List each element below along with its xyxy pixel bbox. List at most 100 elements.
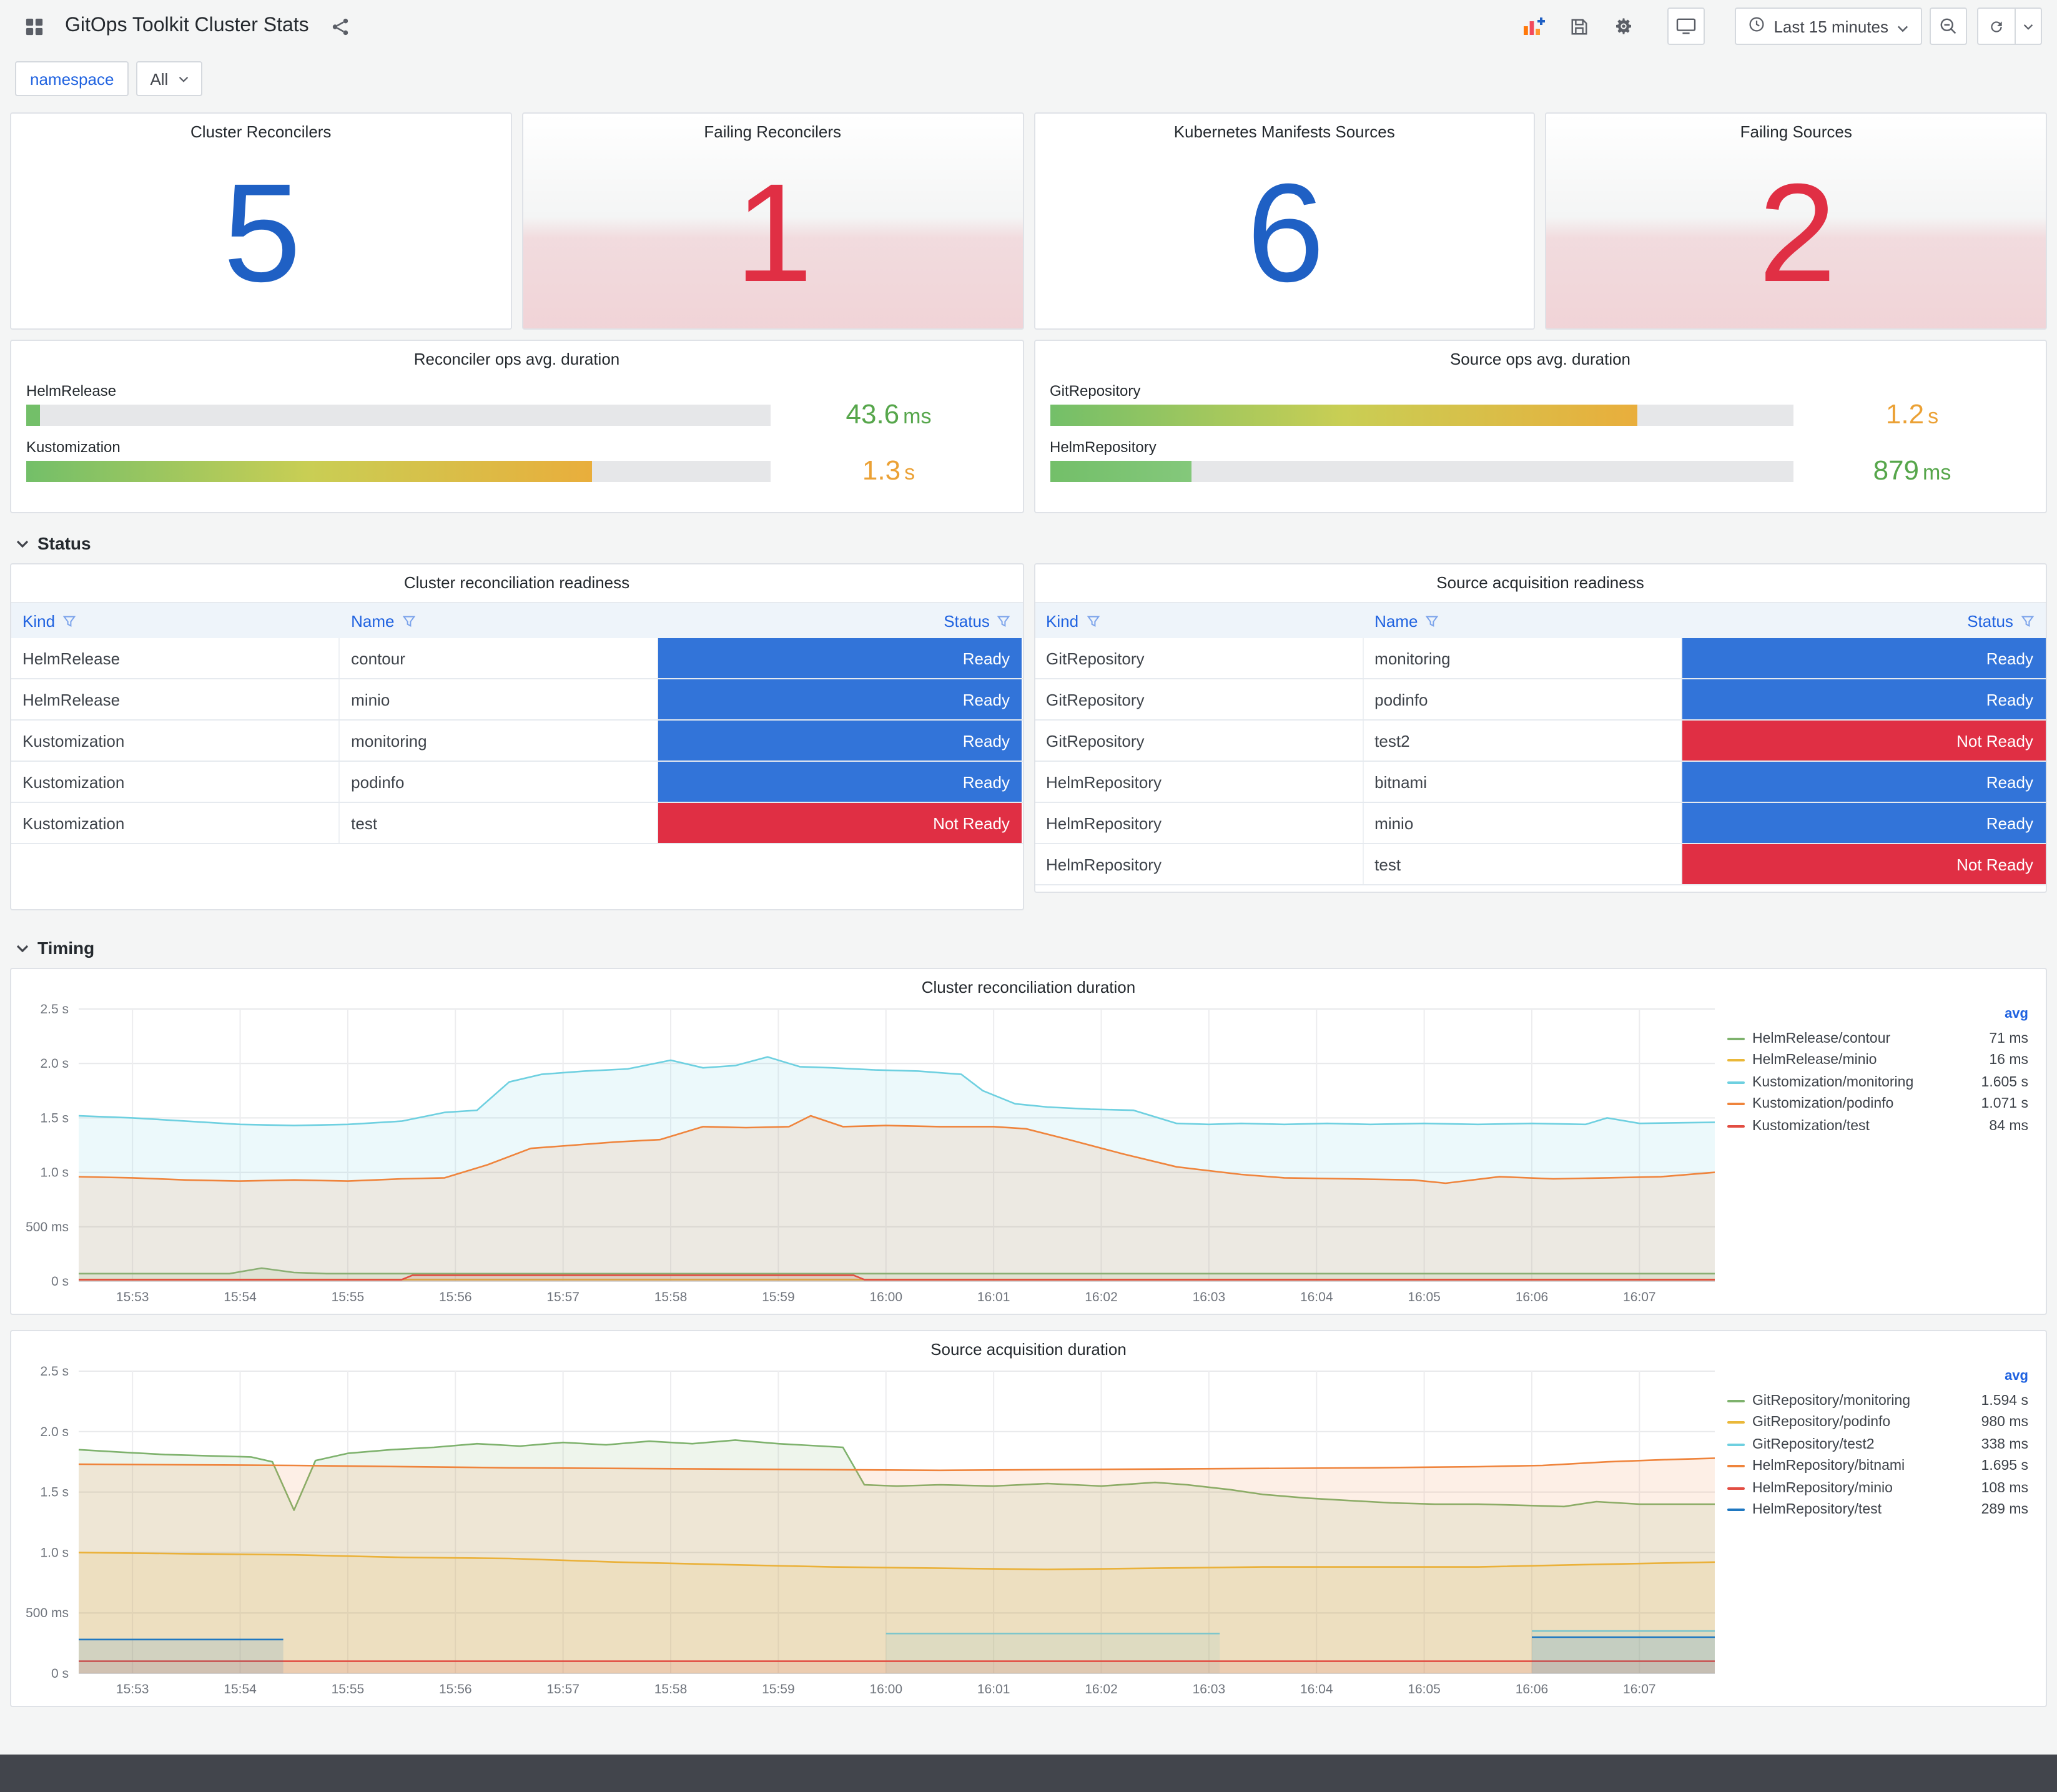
column-header-kind[interactable]: Kind xyxy=(11,603,340,638)
legend-item[interactable]: HelmRelease/contour 71 ms xyxy=(1727,1028,2028,1050)
table-row: HelmRelease contour Ready xyxy=(11,638,1022,679)
legend-item[interactable]: GitRepository/monitoring 1.594 s xyxy=(1727,1390,2028,1412)
x-tick-label: 16:05 xyxy=(1408,1290,1441,1304)
table-row: GitRepository test2 Not Ready xyxy=(1035,721,2046,762)
row-toggle-status[interactable]: Status xyxy=(10,528,2047,558)
column-header-name[interactable]: Name xyxy=(340,603,658,638)
x-tick-label: 15:57 xyxy=(546,1290,580,1304)
time-picker-button[interactable]: Last 15 minutes xyxy=(1735,7,1922,45)
x-tick-label: 15:53 xyxy=(116,1682,149,1696)
legend-item[interactable]: HelmRelease/minio 16 ms xyxy=(1727,1050,2028,1071)
dashboard-header: GitOps Toolkit Cluster Stats Last 15 min… xyxy=(0,0,2057,52)
share-icon[interactable] xyxy=(322,7,359,45)
cell-name: podinfo xyxy=(340,762,659,802)
bar-gauge-track xyxy=(26,405,770,426)
status-badge: Ready xyxy=(1682,638,2046,678)
panel-cluster-reconciliation-readiness: Cluster reconciliation readiness Kind Na… xyxy=(10,563,1024,910)
y-tick-label: 0 s xyxy=(51,1274,69,1289)
zoom-out-button[interactable] xyxy=(1930,7,1967,45)
legend-series-color xyxy=(1727,1125,1745,1128)
status-badge: Not Ready xyxy=(658,803,1022,843)
x-tick-label: 15:54 xyxy=(224,1290,257,1304)
legend-series-color xyxy=(1727,1081,1745,1084)
cell-name: bitnami xyxy=(1363,762,1682,802)
legend-item[interactable]: Kustomization/test 84 ms xyxy=(1727,1115,2028,1137)
stat-failing-sources[interactable]: Failing Sources 2 xyxy=(1545,112,2047,330)
column-header-status[interactable]: Status xyxy=(1682,603,2046,638)
legend-series-name: GitRepository/test2 xyxy=(1752,1437,1875,1452)
cell-name: minio xyxy=(1363,803,1682,843)
gauge-panels-row: Reconciler ops avg. duration HelmRelease… xyxy=(10,340,2047,513)
x-tick-label: 15:56 xyxy=(439,1682,472,1696)
filter-funnel-icon[interactable] xyxy=(997,614,1011,628)
x-tick-label: 15:58 xyxy=(654,1682,688,1696)
stat-value: 2 xyxy=(1758,155,1837,311)
status-badge: Ready xyxy=(1682,803,2046,843)
x-tick-label: 16:06 xyxy=(1516,1682,1549,1696)
legend-item[interactable]: Kustomization/monitoring 1.605 s xyxy=(1727,1071,2028,1093)
status-badge: Ready xyxy=(1682,679,2046,719)
y-tick-label: 0 s xyxy=(51,1666,69,1681)
panel-title: Source acquisition duration xyxy=(930,1340,1127,1359)
grafana-dashboard: GitOps Toolkit Cluster Stats Last 15 min… xyxy=(0,0,2057,1792)
variable-namespace-value[interactable]: All xyxy=(136,61,202,96)
series-area xyxy=(79,1639,284,1673)
time-range-label: Last 15 minutes xyxy=(1773,17,1888,36)
legend-avg-header[interactable]: avg xyxy=(1727,1007,2028,1028)
refresh-button[interactable] xyxy=(1977,7,2015,45)
cell-name: podinfo xyxy=(1363,679,1682,719)
legend-item[interactable]: HelmRepository/minio 108 ms xyxy=(1727,1477,2028,1499)
legend-item[interactable]: HelmRepository/test 289 ms xyxy=(1727,1499,2028,1521)
variable-namespace-label[interactable]: namespace xyxy=(15,61,129,96)
tv-mode-button[interactable] xyxy=(1667,7,1705,45)
legend-series-color xyxy=(1727,1037,1745,1040)
stat-manifest-sources[interactable]: Kubernetes Manifests Sources 6 xyxy=(1033,112,1536,330)
panel-source-acquisition-readiness: Source acquisition readiness Kind Name S… xyxy=(1033,563,2047,893)
legend-series-avg: 1.071 s xyxy=(1981,1096,2028,1112)
legend-series-color xyxy=(1727,1103,1745,1106)
legend-series-color xyxy=(1727,1443,1745,1446)
time-series-plot[interactable]: 0 s 500 ms 1.0 s 1.5 s 2.0 s 2.5 s 15:53 15:54 1… xyxy=(19,999,1722,1315)
filter-funnel-icon[interactable] xyxy=(2021,614,2035,628)
x-tick-label: 16:03 xyxy=(1193,1682,1226,1696)
filter-funnel-icon[interactable] xyxy=(1086,614,1100,628)
filter-funnel-icon[interactable] xyxy=(62,614,76,628)
legend-avg-header[interactable]: avg xyxy=(1727,1369,2028,1390)
legend-item[interactable]: GitRepository/test2 338 ms xyxy=(1727,1434,2028,1455)
cell-kind: HelmRelease xyxy=(11,638,340,678)
bar-gauge-fill xyxy=(1050,405,1637,426)
legend-series-name: GitRepository/podinfo xyxy=(1752,1415,1891,1430)
legend-series-avg: 16 ms xyxy=(1989,1053,2028,1068)
dashboard-grid-icon[interactable] xyxy=(15,7,52,45)
status-badge: Ready xyxy=(658,762,1022,802)
gauge-value: 879 ms xyxy=(1873,455,1951,486)
table-row: HelmRepository minio Ready xyxy=(1035,803,2046,844)
save-dashboard-button[interactable] xyxy=(1560,7,1597,45)
cell-name: monitoring xyxy=(1363,638,1682,678)
column-header-kind[interactable]: Kind xyxy=(1035,603,1363,638)
stat-failing-reconcilers[interactable]: Failing Reconcilers 1 xyxy=(521,112,1024,330)
refresh-interval-dropdown[interactable] xyxy=(2015,7,2042,45)
settings-gear-icon[interactable] xyxy=(1605,7,1642,45)
table-header: Kind Name Status xyxy=(1035,603,2046,638)
column-header-name[interactable]: Name xyxy=(1363,603,1682,638)
legend-item[interactable]: Kustomization/podinfo 1.071 s xyxy=(1727,1093,2028,1115)
row-toggle-timing[interactable]: Timing xyxy=(10,933,2047,963)
panel-title: Failing Sources xyxy=(1740,122,1852,141)
stat-cluster-reconcilers[interactable]: Cluster Reconcilers 5 xyxy=(10,112,512,330)
legend-item[interactable]: HelmRepository/bitnami 1.695 s xyxy=(1727,1455,2028,1477)
cell-kind: Kustomization xyxy=(11,803,340,843)
legend-item[interactable]: GitRepository/podinfo 980 ms xyxy=(1727,1412,2028,1434)
cell-name: test2 xyxy=(1363,721,1682,761)
filter-funnel-icon[interactable] xyxy=(402,614,416,628)
panel-title: Cluster reconciliation readiness xyxy=(403,573,630,592)
filter-funnel-icon[interactable] xyxy=(1426,614,1439,628)
add-panel-button[interactable] xyxy=(1515,7,1552,45)
time-series-plot[interactable]: 0 s 500 ms 1.0 s 1.5 s 2.0 s 2.5 s 15:53 15:54 1… xyxy=(19,1361,1722,1707)
column-header-status[interactable]: Status xyxy=(658,603,1022,638)
x-tick-label: 16:04 xyxy=(1300,1290,1333,1304)
x-tick-label: 16:00 xyxy=(869,1290,902,1304)
table-row: GitRepository podinfo Ready xyxy=(1035,679,2046,721)
status-badge: Ready xyxy=(658,721,1022,761)
table-row: HelmRepository test Not Ready xyxy=(1035,844,2046,885)
